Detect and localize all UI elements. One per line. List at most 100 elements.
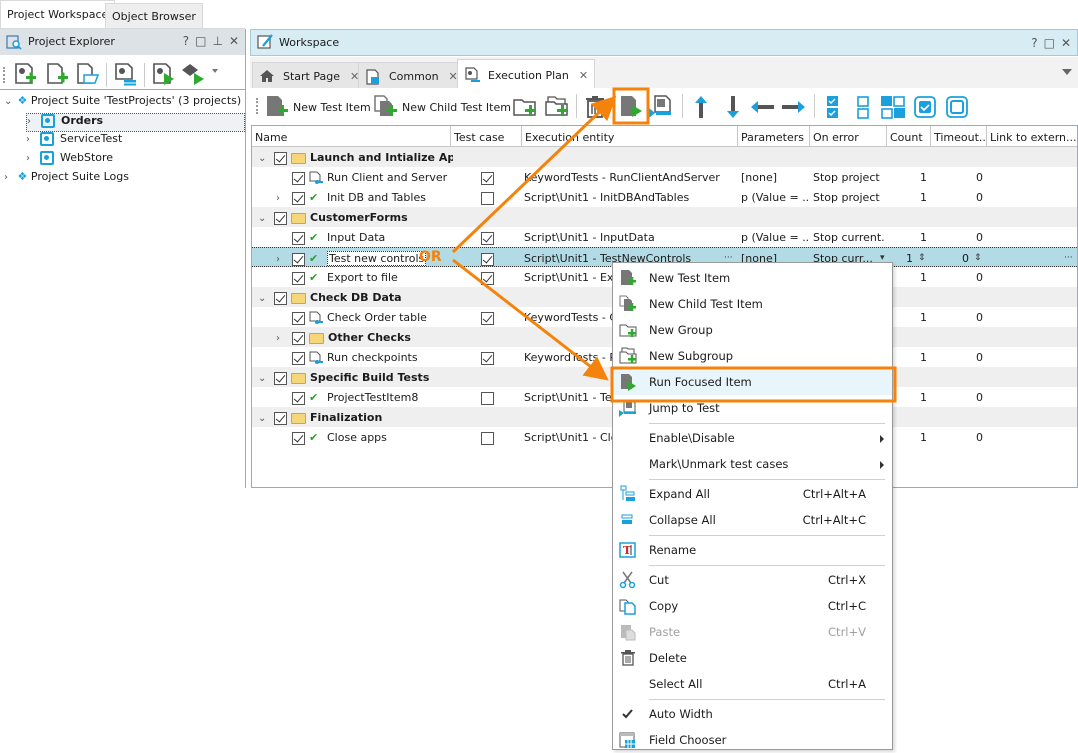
enabled-checkbox[interactable] xyxy=(292,231,305,245)
count-cell[interactable]: 1 xyxy=(887,347,927,367)
name-cell[interactable]: ✔ Close apps xyxy=(276,427,453,447)
name-cell[interactable]: ⌄ Specific Build Tests xyxy=(258,367,453,387)
parameters-cell[interactable]: p (Value = ... xyxy=(741,187,809,207)
chevron-down-icon[interactable]: ⌄ xyxy=(258,413,268,424)
name-cell[interactable]: ⌄ Check DB Data xyxy=(258,287,453,307)
timeout-cell[interactable]: 0 xyxy=(931,427,983,447)
name-cell[interactable]: ⌄ Finalization xyxy=(258,407,453,427)
chevron-right-icon[interactable]: › xyxy=(4,172,14,183)
tree-item-orders[interactable]: › Orders xyxy=(26,113,245,132)
test-case-checkbox[interactable] xyxy=(481,252,494,266)
menu-item-paste[interactable]: Paste Ctrl+V xyxy=(613,619,892,645)
tab-object-browser[interactable]: Object Browser xyxy=(105,3,203,28)
new-subgroup-icon[interactable] xyxy=(544,94,570,120)
ellipsis-button[interactable]: ··· xyxy=(1064,248,1073,268)
enabled-checkbox[interactable] xyxy=(274,151,287,165)
count-cell[interactable]: 1 xyxy=(887,427,927,447)
maximize-icon[interactable]: □ xyxy=(195,34,206,48)
timeout-cell[interactable]: 0 xyxy=(931,187,983,207)
name-cell[interactable]: ⌄ Launch and Intialize Applications xyxy=(258,147,453,167)
name-cell[interactable]: › Other Checks xyxy=(276,327,453,347)
chevron-right-icon[interactable]: › xyxy=(276,333,286,344)
name-cell[interactable]: ⌄ CustomerForms xyxy=(258,207,453,227)
name-cell[interactable]: ✔ Export to file xyxy=(276,267,453,287)
enabled-checkbox[interactable] xyxy=(292,311,305,325)
chevron-right-icon[interactable]: › xyxy=(276,193,286,204)
menu-item-collapse-all[interactable]: Collapse All Ctrl+Alt+C xyxy=(613,507,892,533)
timeout-cell[interactable]: 0 xyxy=(931,347,983,367)
toolbar-grip[interactable] xyxy=(256,98,258,114)
enabled-checkbox[interactable] xyxy=(274,291,287,305)
help-icon[interactable]: ? xyxy=(1031,36,1037,50)
column-header-timeout[interactable]: Timeout... xyxy=(931,126,987,147)
test-case-checkbox[interactable] xyxy=(481,231,494,245)
column-header-name[interactable]: Name xyxy=(252,126,451,147)
table-row[interactable]: Run Client and Server KeywordTests - RunC… xyxy=(252,167,1077,187)
count-cell[interactable]: 1 xyxy=(887,187,927,207)
chevron-down-icon[interactable]: ⌄ xyxy=(258,373,268,384)
column-header-link[interactable]: Link to extern... xyxy=(987,126,1077,147)
on-error-cell[interactable]: Stop current... xyxy=(813,227,885,247)
test-case-checkbox[interactable] xyxy=(481,171,494,185)
maximize-icon[interactable]: □ xyxy=(1044,36,1055,50)
tree-item-project-suite[interactable]: ⌄ ❖ Project Suite 'TestProjects' (3 proj… xyxy=(4,94,241,113)
invert-check-icon[interactable] xyxy=(880,94,906,120)
tree-item-webstore[interactable]: › WebStore xyxy=(26,151,113,170)
pin-icon[interactable]: ⊥ xyxy=(212,34,222,48)
test-case-checkbox[interactable] xyxy=(481,271,494,285)
menu-item-new-test-item[interactable]: New Test Item xyxy=(613,265,892,291)
delete-icon[interactable] xyxy=(582,94,608,120)
help-icon[interactable]: ? xyxy=(183,34,189,48)
close-icon[interactable]: ✕ xyxy=(1061,36,1071,50)
name-cell[interactable]: Check Order table xyxy=(276,307,453,327)
menu-item-enable-disable[interactable]: Enable\Disable xyxy=(613,425,892,451)
enabled-checkbox[interactable] xyxy=(292,271,305,285)
move-up-icon[interactable] xyxy=(688,94,714,120)
menu-item-select-all[interactable]: Select All Ctrl+A xyxy=(613,671,892,697)
new-child-test-item-button[interactable]: New Child Test Item xyxy=(373,94,511,120)
name-cell[interactable]: Run Client and Server xyxy=(276,167,453,187)
enabled-checkbox[interactable] xyxy=(292,171,305,185)
tab-project-workspace[interactable]: Project Workspace xyxy=(0,0,116,28)
execution-entity-cell[interactable]: KeywordTests - RunClientAndServer xyxy=(524,167,734,187)
spin-icon[interactable]: ⇕ xyxy=(974,248,982,268)
uncheck-selected-icon[interactable] xyxy=(944,94,970,120)
chevron-right-icon[interactable]: › xyxy=(26,134,36,145)
parameters-cell[interactable]: p (Value = ... xyxy=(741,227,809,247)
execution-plan-icon[interactable] xyxy=(112,61,138,87)
menu-item-auto-width[interactable]: Auto Width xyxy=(613,701,892,727)
chevron-down-icon[interactable]: ⌄ xyxy=(4,96,14,107)
test-case-checkbox[interactable] xyxy=(481,431,494,445)
tab-execution-plan[interactable]: Execution Plan ✕ xyxy=(457,59,596,88)
enabled-checkbox[interactable] xyxy=(292,391,305,405)
parameters-cell[interactable]: [none] xyxy=(741,167,809,187)
add-project-icon[interactable] xyxy=(12,61,38,87)
test-case-checkbox[interactable] xyxy=(481,191,494,205)
chevron-down-icon[interactable]: ⌄ xyxy=(258,213,268,224)
chevron-right-icon[interactable]: › xyxy=(27,116,37,127)
enabled-checkbox[interactable] xyxy=(292,351,305,365)
column-header-on-error[interactable]: On error xyxy=(810,126,887,147)
menu-item-rename[interactable]: T Rename xyxy=(613,537,892,563)
move-right-icon[interactable] xyxy=(780,94,806,120)
on-error-cell[interactable]: Stop project xyxy=(813,187,885,207)
count-cell[interactable]: 1 xyxy=(887,387,927,407)
enabled-checkbox[interactable] xyxy=(292,191,305,205)
column-header-execution-entity[interactable]: Execution entity xyxy=(522,126,738,147)
chevron-down-icon[interactable]: ⌄ xyxy=(258,293,268,304)
menu-item-run-focused-item[interactable]: Run Focused Item xyxy=(613,369,892,395)
tab-start-page[interactable]: Start Page ✕ xyxy=(252,62,367,88)
timeout-cell[interactable]: 0 xyxy=(931,227,983,247)
menu-item-mark-unmark-test-cases[interactable]: Mark\Unmark test cases xyxy=(613,451,892,477)
menu-item-cut[interactable]: Cut Ctrl+X xyxy=(613,567,892,593)
count-cell[interactable]: 1 xyxy=(887,267,927,287)
timeout-cell[interactable]: 0 xyxy=(931,267,983,287)
test-case-checkbox[interactable] xyxy=(481,311,494,325)
menu-item-delete[interactable]: Delete xyxy=(613,645,892,671)
count-cell[interactable]: 1 xyxy=(887,227,927,247)
close-tab-icon[interactable]: ✕ xyxy=(579,69,588,82)
column-header-parameters[interactable]: Parameters xyxy=(738,126,810,147)
menu-item-expand-all[interactable]: Expand All Ctrl+Alt+A xyxy=(613,481,892,507)
count-cell[interactable]: 1 xyxy=(887,307,927,327)
open-item-icon[interactable] xyxy=(74,61,100,87)
